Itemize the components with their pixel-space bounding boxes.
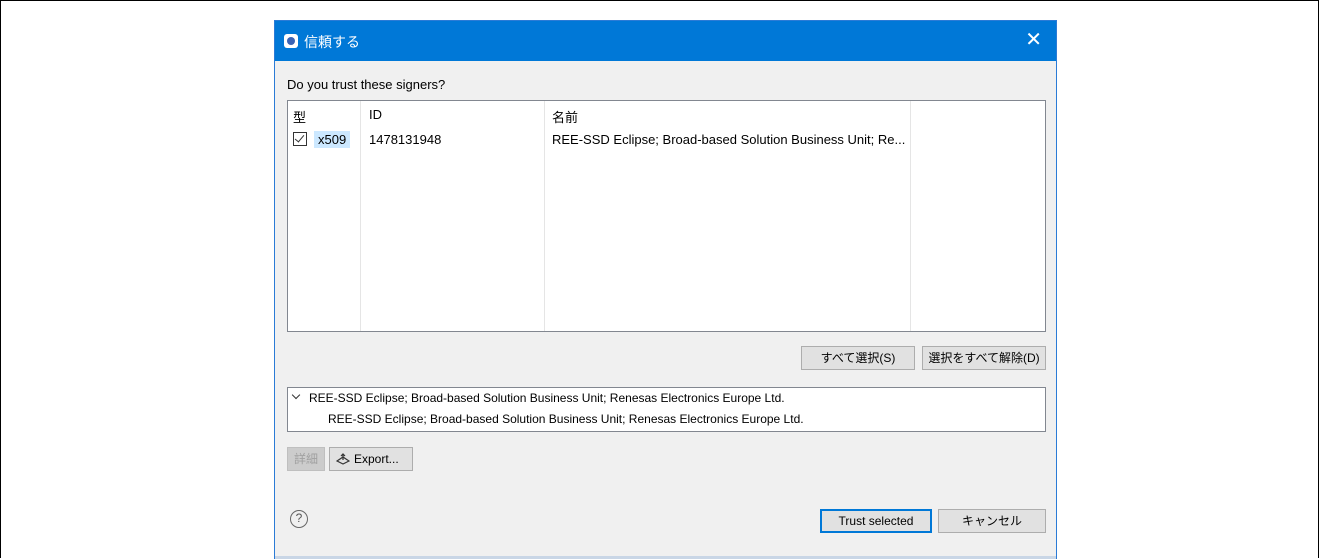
signer-name: REE-SSD Eclipse; Broad-based Solution Bu… — [552, 132, 906, 147]
signers-table[interactable]: 型 ID 名前 x509 1478131948 REE-SSD Eclipse;… — [287, 100, 1046, 332]
export-label: Export... — [354, 452, 399, 466]
close-icon[interactable]: ✕ — [1025, 29, 1042, 49]
help-icon[interactable]: ? — [290, 510, 308, 528]
column-header-name[interactable]: 名前 — [552, 107, 578, 126]
title-bar[interactable]: 信頼する ✕ — [275, 21, 1056, 61]
chevron-down-icon[interactable] — [291, 390, 301, 400]
certificate-tree[interactable]: REE-SSD Eclipse; Broad-based Solution Bu… — [287, 387, 1046, 432]
signer-checkbox[interactable] — [293, 132, 307, 146]
dialog-title: 信頼する — [304, 34, 360, 50]
column-header-type[interactable]: 型 — [293, 107, 306, 126]
column-header-id[interactable]: ID — [369, 107, 382, 122]
export-icon — [336, 453, 350, 465]
select-all-button[interactable]: すべて選択(S) — [801, 346, 915, 370]
cancel-button[interactable]: キャンセル — [938, 509, 1046, 533]
details-button[interactable]: 詳細 — [287, 447, 325, 471]
table-row[interactable]: x509 1478131948 REE-SSD Eclipse; Broad-b… — [288, 129, 1045, 151]
trust-dialog: 信頼する ✕ Do you trust these signers? 型 ID … — [274, 20, 1057, 559]
eclipse-app-icon — [284, 34, 298, 48]
trust-question: Do you trust these signers? — [287, 77, 446, 92]
tree-child-item[interactable]: REE-SSD Eclipse; Broad-based Solution Bu… — [328, 412, 804, 426]
signer-id: 1478131948 — [369, 132, 442, 147]
signer-type: x509 — [314, 131, 351, 148]
trust-selected-button[interactable]: Trust selected — [820, 509, 932, 533]
deselect-all-button[interactable]: 選択をすべて解除(D) — [922, 346, 1046, 370]
tree-parent-item[interactable]: REE-SSD Eclipse; Broad-based Solution Bu… — [309, 391, 785, 405]
export-button[interactable]: Export... — [329, 447, 413, 471]
